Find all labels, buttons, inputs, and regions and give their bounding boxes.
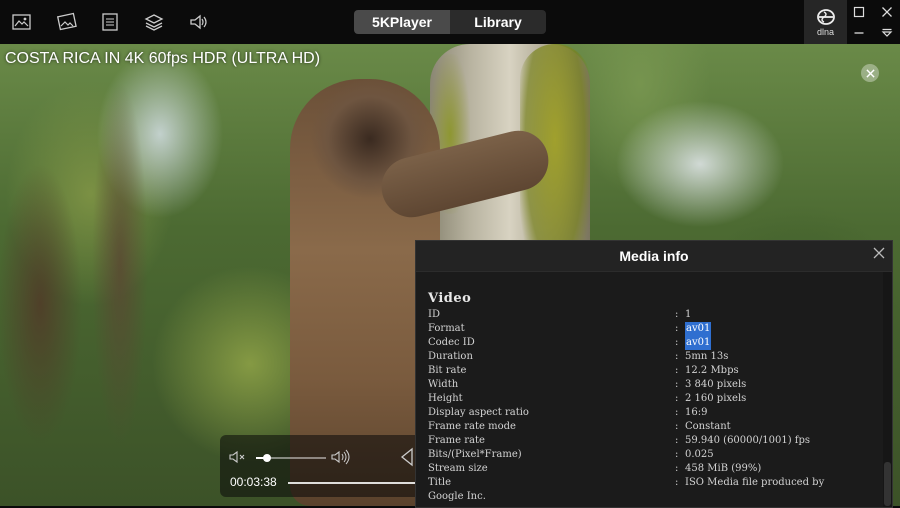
media-info-separator: : xyxy=(675,435,679,446)
close-icon xyxy=(882,7,892,17)
dialog-scrollbar[interactable] xyxy=(883,272,892,507)
dialog-title: Media info xyxy=(619,248,689,264)
minimize-button[interactable] xyxy=(850,24,868,42)
media-info-row: Format: av01 xyxy=(428,322,878,336)
volume-slider-handle[interactable] xyxy=(262,454,271,462)
current-time: 00:03:38 xyxy=(230,475,277,489)
media-info-value: av01 xyxy=(685,336,712,350)
media-info-row: Duration:5mn 13s xyxy=(428,350,878,364)
media-info-row: Title: ISO Media file produced by xyxy=(428,476,878,490)
media-info-separator: : xyxy=(675,449,679,460)
minimize-icon xyxy=(854,32,864,34)
tab-library[interactable]: Library xyxy=(450,10,546,34)
media-info-separator: : xyxy=(675,309,679,320)
media-info-key: Format xyxy=(428,323,465,334)
list-icon[interactable] xyxy=(98,10,122,34)
volume-slider[interactable] xyxy=(256,454,326,462)
dlna-button[interactable]: dlna xyxy=(804,0,847,44)
media-info-key: Frame rate mode xyxy=(428,421,516,432)
media-info-separator: : xyxy=(675,421,679,432)
chevron-down-icon xyxy=(881,28,893,37)
close-icon xyxy=(865,68,875,78)
media-info-key: Duration xyxy=(428,351,473,362)
media-info-row: Width:3 840 pixels xyxy=(428,378,878,392)
dialog-header: Media info xyxy=(416,241,892,272)
media-info-value: av01 xyxy=(685,322,712,336)
playback-controls: 00:03:38 xyxy=(220,435,420,497)
media-info-separator: : xyxy=(675,463,679,474)
media-info-value: 3 840 pixels xyxy=(685,379,747,390)
media-info-separator: : xyxy=(675,323,679,334)
media-info-row: Stream size:458 MiB (99%) xyxy=(428,462,878,476)
volume-up-icon[interactable] xyxy=(330,449,352,465)
layers-icon[interactable] xyxy=(142,10,166,34)
media-info-key: Stream size xyxy=(428,463,488,474)
media-info-value: 12.2 Mbps xyxy=(685,365,739,376)
media-info-value: 0.025 xyxy=(685,449,714,460)
media-info-row: Display aspect ratio:16:9 xyxy=(428,406,878,420)
media-info-row: Frame rate mode: Constant xyxy=(428,420,878,434)
media-info-value: Constant xyxy=(685,421,731,432)
photo-icon[interactable] xyxy=(10,10,34,34)
media-info-value: 59.940 (60000/1001) fps xyxy=(685,435,811,446)
media-info-separator: : xyxy=(675,379,679,390)
media-info-separator: : xyxy=(675,393,679,404)
gallery-icon[interactable] xyxy=(55,10,79,34)
menu-dropdown-button[interactable] xyxy=(878,24,896,42)
media-info-row: ID:1 xyxy=(428,308,878,322)
media-info-key: Bits/(Pixel*Frame) xyxy=(428,449,522,460)
media-info-value: 458 MiB (99%) xyxy=(685,463,762,474)
dlna-label: dlna xyxy=(816,26,834,37)
section-heading: Video xyxy=(428,291,472,306)
tab-5kplayer[interactable]: 5KPlayer xyxy=(354,10,450,34)
media-info-row: Frame rate:59.940 (60000/1001) fps xyxy=(428,434,878,448)
media-info-key: ID xyxy=(428,309,440,320)
media-info-value: 2 160 pixels xyxy=(685,393,747,404)
media-info-separator: : xyxy=(675,337,679,348)
media-info-key: Frame rate xyxy=(428,435,485,446)
media-info-row: Bits/(Pixel*Frame):0.025 xyxy=(428,448,878,462)
media-info-value: 16:9 xyxy=(685,407,708,418)
media-info-key: Width xyxy=(428,379,459,390)
video-title: COSTA RICA IN 4K 60fps HDR (ULTRA HD) xyxy=(5,50,321,67)
media-info-key: Display aspect ratio xyxy=(428,407,529,418)
media-info-content[interactable]: Video ID:1 Format: av01 Codec ID: av01 Durati… xyxy=(416,272,883,507)
media-info-row: Google Inc. xyxy=(428,490,878,504)
media-info-value: ISO Media file produced by xyxy=(685,477,825,488)
media-info-row: Height:2 160 pixels xyxy=(428,392,878,406)
media-info-key: Bit rate xyxy=(428,365,467,376)
mute-icon[interactable] xyxy=(228,449,248,465)
media-info-key: Height xyxy=(428,393,463,404)
media-info-separator: : xyxy=(675,365,679,376)
dlna-icon xyxy=(816,8,835,25)
media-info-separator: : xyxy=(675,351,679,362)
media-info-dialog: Media info Video ID:1 Format: av01 Codec ID… xyxy=(415,240,893,508)
media-info-value: 5mn 13s xyxy=(685,351,729,362)
media-info-key: Title xyxy=(428,477,452,488)
previous-icon[interactable] xyxy=(398,447,414,467)
speaker-icon[interactable] xyxy=(186,10,210,34)
media-info-rows: ID:1 Format: av01 Codec ID: av01 Duration:5mn… xyxy=(428,308,878,504)
media-info-separator: : xyxy=(675,477,679,488)
media-info-key: Google Inc. xyxy=(428,491,486,502)
maximize-button[interactable] xyxy=(850,3,868,21)
media-info-row: Codec ID: av01 xyxy=(428,336,878,350)
media-info-key: Codec ID xyxy=(428,337,475,348)
dialog-close-button[interactable] xyxy=(872,246,886,260)
top-bar: 5KPlayer Library dlna xyxy=(0,0,900,44)
media-info-value: 1 xyxy=(685,309,692,320)
media-info-separator: : xyxy=(675,407,679,418)
video-close-button[interactable] xyxy=(861,64,879,82)
seek-bar[interactable] xyxy=(288,482,420,484)
media-info-row: Bit rate:12.2 Mbps xyxy=(428,364,878,378)
maximize-icon xyxy=(853,6,865,18)
scrollbar-thumb[interactable] xyxy=(884,462,891,506)
mode-tabs: 5KPlayer Library xyxy=(354,10,546,34)
close-window-button[interactable] xyxy=(878,3,896,21)
